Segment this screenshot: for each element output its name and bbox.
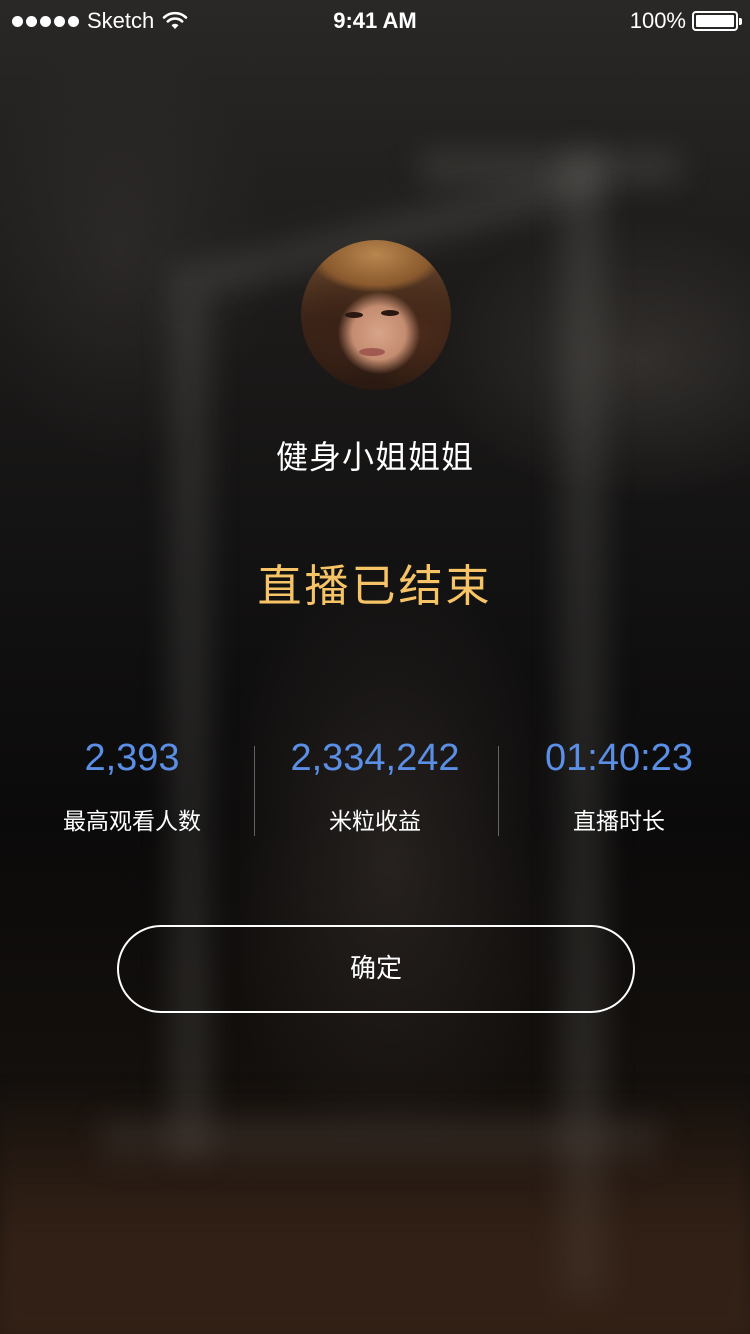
background-floor [0, 1080, 750, 1334]
status-bar: Sketch 9:41 AM 100% [0, 0, 750, 40]
live-ended-screen: Sketch 9:41 AM 100% 健身小姐姐姐 直播已结束 2,393 最… [0, 0, 750, 1334]
username: 健身小姐姐姐 [275, 438, 474, 476]
stat-value: 2,334,242 [290, 737, 460, 779]
background-blur-shape [420, 150, 680, 184]
live-ended-title: 直播已结束 [257, 561, 493, 612]
stat-peak-viewers: 2,393 最高观看人数 [10, 730, 254, 840]
stat-value: 01:40:23 [545, 737, 693, 779]
battery-percentage: 100% [629, 8, 686, 33]
stat-label: 最高观看人数 [63, 809, 201, 835]
avatar [301, 240, 451, 390]
stat-value: 2,393 [84, 737, 180, 779]
battery-icon [692, 11, 742, 31]
stats-row: 2,393 最高观看人数 2,334,242 米粒收益 01:40:23 直播时… [10, 730, 740, 840]
stat-earnings: 2,334,242 米粒收益 [253, 730, 497, 840]
stat-label: 直播时长 [573, 809, 665, 835]
status-right: 100% [629, 8, 742, 34]
stat-duration: 01:40:23 直播时长 [497, 730, 741, 840]
confirm-button[interactable]: 确定 [117, 925, 635, 1013]
stat-label: 米粒收益 [329, 809, 421, 835]
